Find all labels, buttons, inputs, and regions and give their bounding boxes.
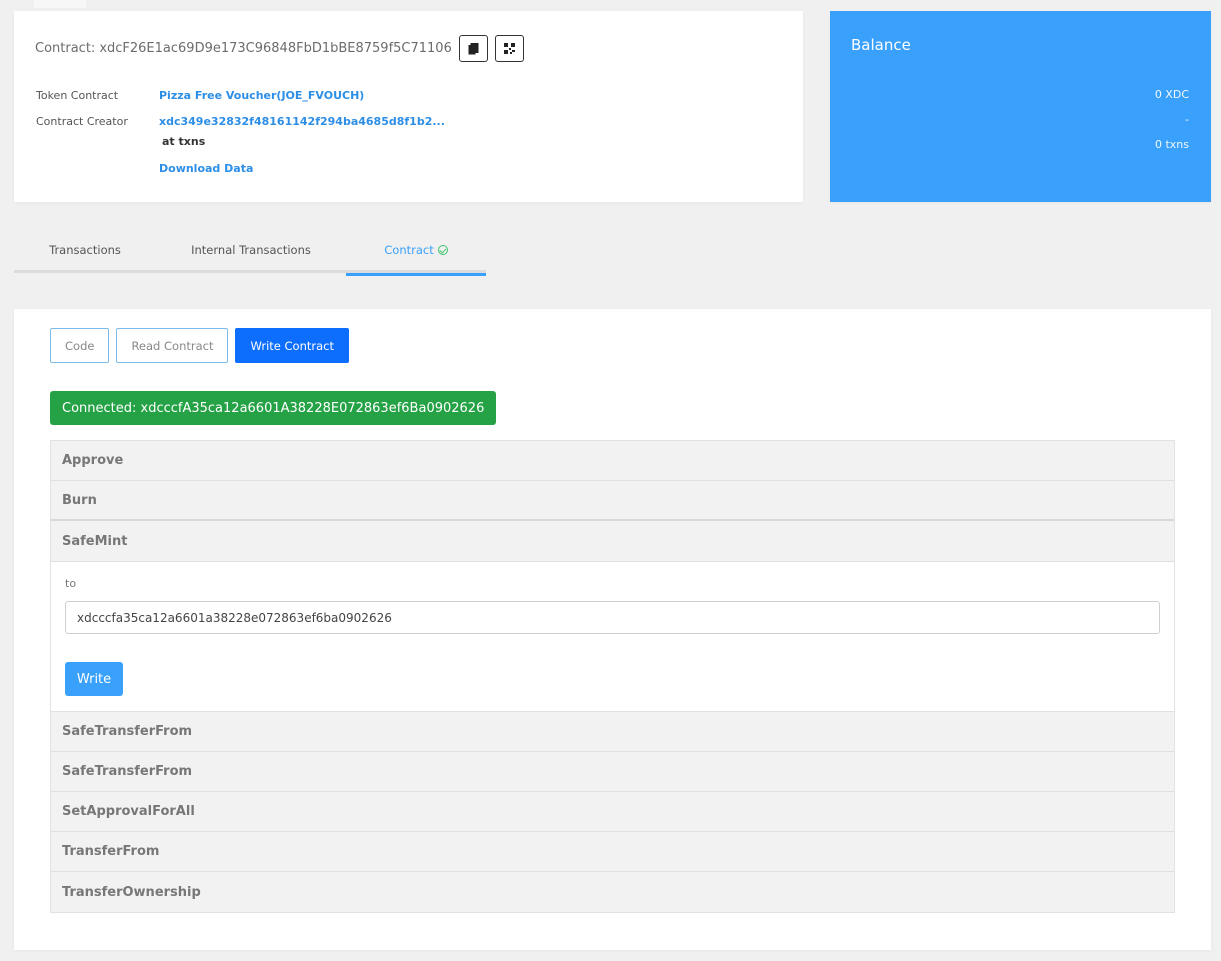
tab-contract-label: Contract bbox=[384, 243, 434, 257]
balance-title: Balance bbox=[851, 36, 911, 54]
safemint-to-label: to bbox=[65, 577, 77, 590]
qr-code-icon bbox=[503, 43, 515, 54]
wallet-connected-badge: Connected: xdcccfA35ca12a6601A38228E0728… bbox=[50, 391, 497, 425]
contract-address: xdcF26E1ac69D9e173C96848FbD1bBE8759f5C71… bbox=[99, 41, 452, 56]
contract-creator-row: Contract Creator xdc349e32832f48161142f2… bbox=[36, 115, 445, 148]
function-transferfrom[interactable]: TransferFrom bbox=[51, 832, 1174, 872]
contract-creator-key: Contract Creator bbox=[36, 115, 128, 128]
address-tabs: Transactions Internal Transactions Contr… bbox=[14, 227, 486, 276]
contract-info: Token Contract Pizza Free Voucher(JOE_FV… bbox=[36, 89, 445, 161]
function-approve[interactable]: Approve bbox=[51, 441, 1174, 481]
function-transferownership[interactable]: TransferOwnership bbox=[51, 872, 1174, 912]
code-button[interactable]: Code bbox=[50, 328, 110, 363]
write-functions-accordion: Approve Burn SafeMint to Write SafeTrans… bbox=[50, 440, 1175, 913]
write-contract-button[interactable]: Write Contract bbox=[235, 328, 349, 363]
tab-transactions[interactable]: Transactions bbox=[14, 227, 156, 273]
contract-header: Contract: xdcF26E1ac69D9e173C96848FbD1bB… bbox=[35, 35, 524, 62]
safemint-to-input[interactable] bbox=[65, 601, 1160, 634]
tab-transactions-label: Transactions bbox=[49, 243, 121, 257]
function-safetransferfrom-1[interactable]: SafeTransferFrom bbox=[51, 712, 1174, 752]
verified-check-icon bbox=[437, 245, 448, 255]
balance-value: - bbox=[1185, 113, 1189, 126]
contract-panel: Code Read Contract Write Contract Connec… bbox=[14, 309, 1211, 950]
page: Contract: xdcF26E1ac69D9e173C96848FbD1bB… bbox=[0, 0, 1221, 961]
creator-at-txns: at txns bbox=[162, 135, 206, 148]
token-contract-row: Token Contract Pizza Free Voucher(JOE_FV… bbox=[36, 89, 445, 102]
contract-label: Contract: bbox=[35, 41, 96, 56]
balance-txns: 0 txns bbox=[1154, 138, 1189, 151]
function-safemint[interactable]: SafeMint bbox=[51, 521, 1174, 562]
safemint-form: to Write bbox=[51, 562, 1174, 712]
token-contract-key: Token Contract bbox=[36, 89, 119, 102]
tab-internal-transactions[interactable]: Internal Transactions bbox=[156, 227, 346, 273]
function-setapprovalforall[interactable]: SetApprovalForAll bbox=[51, 792, 1174, 832]
balance-amount: 0 XDC bbox=[1154, 88, 1189, 101]
balance-values: 0 XDC - 0 txns bbox=[1155, 82, 1189, 157]
tab-contract[interactable]: Contract bbox=[346, 227, 486, 276]
download-data-link[interactable]: Download Data bbox=[159, 162, 253, 175]
safemint-write-button[interactable]: Write bbox=[65, 662, 123, 696]
copy-address-button[interactable] bbox=[458, 35, 488, 62]
copy-icon bbox=[468, 42, 479, 54]
contract-creator-link[interactable]: xdc349e32832f48161142f294ba4685d8f1b2... bbox=[159, 115, 445, 128]
contract-summary-card: Contract: xdcF26E1ac69D9e173C96848FbD1bB… bbox=[14, 11, 803, 202]
header-remnant bbox=[34, 0, 86, 8]
balance-card: Balance 0 XDC - 0 txns bbox=[830, 11, 1211, 202]
function-burn[interactable]: Burn bbox=[51, 481, 1174, 521]
function-safetransferfrom-2[interactable]: SafeTransferFrom bbox=[51, 752, 1174, 792]
qr-code-button[interactable] bbox=[494, 35, 524, 62]
tab-internal-transactions-label: Internal Transactions bbox=[191, 243, 311, 257]
token-contract-link[interactable]: Pizza Free Voucher(JOE_FVOUCH) bbox=[159, 89, 364, 102]
contract-view-switch: Code Read Contract Write Contract bbox=[50, 328, 349, 363]
read-contract-button[interactable]: Read Contract bbox=[116, 328, 229, 363]
